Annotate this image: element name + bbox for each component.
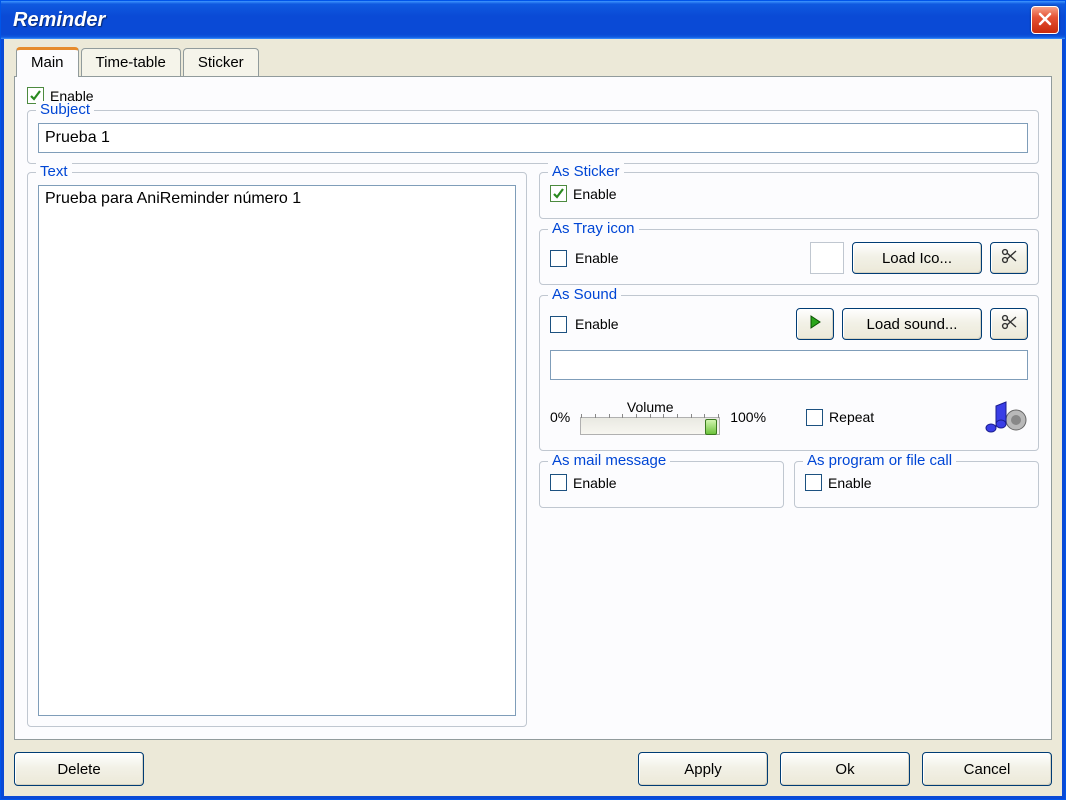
vol-max-label: 100% xyxy=(730,409,766,425)
volume-slider[interactable] xyxy=(580,417,720,435)
as-program-fieldset: As program or file call Enable xyxy=(794,461,1039,508)
bottom-fieldsets: As mail message Enable As program or fil… xyxy=(539,461,1039,508)
vol-slider-wrap: Volume xyxy=(580,399,720,435)
as-tray-fieldset: As Tray icon Enable Load Ico... xyxy=(539,229,1039,285)
as-tray-enable-label: Enable xyxy=(575,250,619,266)
as-program-legend: As program or file call xyxy=(803,452,956,469)
textarea-wrap xyxy=(38,185,516,716)
play-icon xyxy=(806,318,824,335)
vol-min-label: 0% xyxy=(550,409,570,425)
load-sound-button[interactable]: Load sound... xyxy=(842,308,982,340)
repeat-checkbox[interactable] xyxy=(806,409,823,426)
as-sticker-legend: As Sticker xyxy=(548,163,624,180)
as-mail-enable-label: Enable xyxy=(573,475,617,491)
delete-button[interactable]: Delete xyxy=(14,752,144,786)
text-textarea[interactable] xyxy=(38,185,516,716)
slider-ticks xyxy=(581,414,719,418)
repeat-label: Repeat xyxy=(829,409,874,425)
music-speaker-icon xyxy=(974,394,1028,440)
apply-button[interactable]: Apply xyxy=(638,752,768,786)
tab-sticker-label: Sticker xyxy=(198,54,244,71)
reminder-window: Reminder Main Time-table Sticker Enable … xyxy=(0,0,1066,800)
tab-timetable-label: Time-table xyxy=(96,54,166,71)
close-button[interactable] xyxy=(1031,6,1059,34)
window-title: Reminder xyxy=(13,9,105,32)
as-tray-checkbox[interactable] xyxy=(550,250,567,267)
text-legend: Text xyxy=(36,163,72,180)
as-sound-checkbox[interactable] xyxy=(550,316,567,333)
as-tray-legend: As Tray icon xyxy=(548,220,639,237)
tab-main-label: Main xyxy=(31,54,64,71)
subject-fieldset: Subject xyxy=(27,110,1039,164)
columns: Text As Sticker Enable xyxy=(27,172,1039,727)
load-icon-button[interactable]: Load Ico... xyxy=(852,242,982,274)
enable-row: Enable xyxy=(27,87,1039,104)
slider-thumb[interactable] xyxy=(705,419,717,435)
as-tray-row: Enable Load Ico... xyxy=(550,242,1028,274)
as-mail-fieldset: As mail message Enable xyxy=(539,461,784,508)
tabstrip: Main Time-table Sticker xyxy=(14,47,1052,76)
volume-label: Volume xyxy=(627,399,674,415)
as-sound-fieldset: As Sound Enable Load sound... xyxy=(539,295,1039,451)
subject-input[interactable] xyxy=(38,123,1028,153)
ok-button[interactable]: Ok xyxy=(780,752,910,786)
as-program-row: Enable xyxy=(805,474,1028,491)
text-fieldset: Text xyxy=(27,172,527,727)
tab-main[interactable]: Main xyxy=(16,47,79,77)
close-icon xyxy=(1037,11,1053,30)
col-right: As Sticker Enable As Tray icon Enabl xyxy=(539,172,1039,727)
repeat-row: Repeat xyxy=(806,409,874,426)
clear-sound-button[interactable] xyxy=(990,308,1028,340)
clear-icon-button[interactable] xyxy=(990,242,1028,274)
as-sticker-checkbox[interactable] xyxy=(550,185,567,202)
as-mail-legend: As mail message xyxy=(548,452,670,469)
play-sound-button[interactable] xyxy=(796,308,834,340)
as-mail-checkbox[interactable] xyxy=(550,474,567,491)
tab-sticker[interactable]: Sticker xyxy=(183,48,259,76)
scissors-icon xyxy=(1000,252,1018,269)
as-sound-legend: As Sound xyxy=(548,286,621,303)
client-area: Main Time-table Sticker Enable Subject T… xyxy=(1,39,1065,799)
as-sound-row: Enable Load sound... xyxy=(550,308,1028,340)
titlebar: Reminder xyxy=(1,1,1065,39)
tabpanel-main: Enable Subject Text As St xyxy=(14,76,1052,740)
as-sticker-fieldset: As Sticker Enable xyxy=(539,172,1039,219)
cancel-button[interactable]: Cancel xyxy=(922,752,1052,786)
sound-path-input[interactable] xyxy=(550,350,1028,380)
as-program-checkbox[interactable] xyxy=(805,474,822,491)
bottom-bar: Delete Apply Ok Cancel xyxy=(14,740,1052,786)
tab-timetable[interactable]: Time-table xyxy=(81,48,181,76)
subject-legend: Subject xyxy=(36,101,94,118)
as-sound-enable-label: Enable xyxy=(575,316,619,332)
scissors-icon xyxy=(1000,318,1018,335)
as-program-enable-label: Enable xyxy=(828,475,872,491)
col-left: Text xyxy=(27,172,527,727)
as-mail-row: Enable xyxy=(550,474,773,491)
volume-row: 0% Volume 100% xyxy=(550,394,1028,440)
tray-icon-preview xyxy=(810,242,844,274)
as-sticker-enable-label: Enable xyxy=(573,186,617,202)
as-sticker-row: Enable xyxy=(550,185,1028,202)
